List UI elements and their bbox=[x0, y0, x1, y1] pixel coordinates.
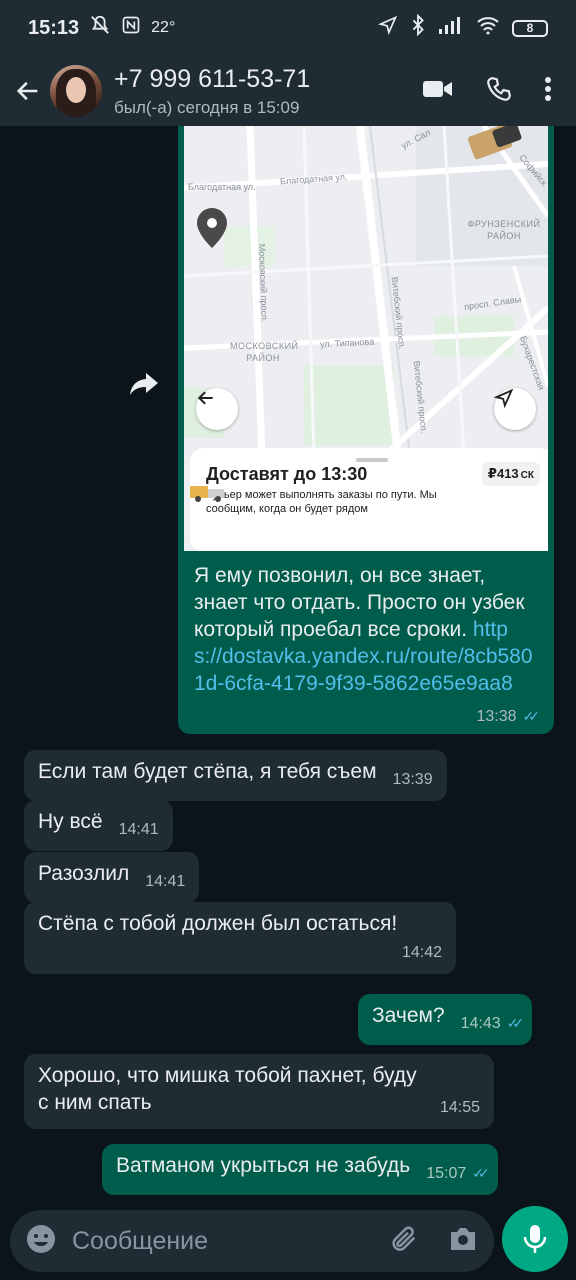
muted-bell-icon bbox=[89, 14, 111, 42]
message-time: 14:55 bbox=[439, 1099, 480, 1116]
arrow-left-icon bbox=[197, 391, 213, 405]
message-text: Ну всё bbox=[38, 810, 103, 833]
sheet-handle[interactable] bbox=[356, 458, 388, 462]
delivery-description: Курьер может выполнять заказы по пути. М… bbox=[206, 489, 437, 515]
phone-icon bbox=[487, 76, 511, 101]
incoming-message[interactable]: Хорошо, что мишка тобой пахнет, буду с н… bbox=[24, 1054, 494, 1129]
nfc-icon bbox=[121, 15, 141, 41]
delivery-price: ₽413 СК bbox=[481, 462, 540, 486]
navigation-arrow-icon bbox=[494, 388, 514, 408]
message-text: Ватманом укрыться не забудь bbox=[116, 1154, 411, 1177]
delivery-title: Доставят до 13:30 bbox=[206, 464, 368, 484]
message-time: 15:07 bbox=[426, 1165, 467, 1182]
camera-icon bbox=[451, 1227, 475, 1250]
arrow-left-icon bbox=[16, 81, 38, 101]
status-bar: 15:13 22° 8 bbox=[0, 0, 576, 56]
status-temperature: 22° bbox=[151, 19, 176, 36]
outgoing-message[interactable]: Ватманом укрыться не забудь 15:07 ✓✓ bbox=[102, 1144, 498, 1195]
paperclip-icon bbox=[392, 1226, 416, 1251]
message-text: Я ему позвонил, он все знает, знает что … bbox=[194, 564, 541, 725]
location-icon bbox=[377, 15, 398, 41]
composer: Сообщение bbox=[0, 1206, 576, 1280]
message-time: 14:41 bbox=[118, 821, 159, 838]
message-time: 14:41 bbox=[145, 873, 186, 890]
incoming-message[interactable]: Ну всё 14:41 bbox=[24, 800, 173, 851]
battery-icon: 8 bbox=[512, 19, 548, 37]
read-receipt-icon: ✓✓ bbox=[506, 1015, 525, 1031]
video-camera-icon bbox=[423, 80, 452, 97]
message-text: Стёпа с тобой должен был остаться! bbox=[38, 912, 398, 935]
video-call-button[interactable] bbox=[422, 77, 454, 106]
map-locate-button[interactable] bbox=[494, 388, 536, 430]
bluetooth-icon bbox=[410, 13, 426, 42]
wifi-icon bbox=[476, 15, 500, 41]
outgoing-message-map[interactable]: Благодатная ул. Благодатная ул. ул. Сал … bbox=[178, 126, 554, 734]
delivery-truck-icon bbox=[190, 486, 224, 502]
signal-icon bbox=[438, 15, 464, 41]
camera-button[interactable] bbox=[448, 1226, 478, 1257]
contact-name: +7 999 611-53-71 bbox=[114, 64, 311, 93]
map-back-button[interactable] bbox=[196, 388, 238, 430]
message-input-container[interactable]: Сообщение bbox=[10, 1210, 494, 1272]
map-preview[interactable]: Благодатная ул. Благодатная ул. ул. Сал … bbox=[184, 126, 548, 551]
message-time: 13:38 bbox=[476, 708, 517, 725]
more-vertical-icon bbox=[545, 76, 551, 101]
outgoing-message[interactable]: Зачем? 14:43 ✓✓ bbox=[358, 994, 533, 1045]
message-input[interactable]: Сообщение bbox=[72, 1227, 388, 1256]
map-street-label: Благодатная ул. bbox=[188, 182, 256, 192]
read-receipt-icon: ✓✓ bbox=[472, 1165, 490, 1181]
chat-header: +7 999 611-53-71 был(-а) сегодня в 15:09 bbox=[0, 56, 576, 126]
chat-area[interactable]: Благодатная ул. Благодатная ул. ул. Сал … bbox=[0, 126, 576, 1210]
emoji-icon bbox=[27, 1224, 55, 1253]
forward-button[interactable] bbox=[124, 364, 164, 404]
status-time: 15:13 bbox=[28, 16, 80, 39]
message-time: 13:39 bbox=[392, 771, 433, 788]
contact-status: был(-а) сегодня в 15:09 bbox=[114, 97, 300, 117]
incoming-message[interactable]: Стёпа с тобой должен был остаться! 14:42 bbox=[24, 902, 456, 974]
message-time: 14:43 bbox=[460, 1015, 501, 1032]
message-time: 14:42 bbox=[401, 944, 442, 961]
microphone-icon bbox=[523, 1225, 547, 1253]
map-district-label: ФРУНЗЕНСКИЙ РАЙОН bbox=[467, 219, 541, 241]
message-text: Зачем? bbox=[372, 1004, 445, 1027]
incoming-message[interactable]: Разозлил 14:41 bbox=[24, 852, 200, 903]
avatar[interactable] bbox=[50, 65, 102, 117]
voice-call-button[interactable] bbox=[486, 76, 512, 107]
forward-arrow-icon bbox=[130, 373, 158, 395]
read-receipt-icon: ✓✓ bbox=[522, 708, 541, 724]
message-text: Разозлил bbox=[38, 862, 130, 885]
map-district-label: МОСКОВСКИЙ РАЙОН bbox=[230, 341, 299, 363]
message-text: Если там будет стёпа, я тебя съем bbox=[38, 760, 377, 783]
incoming-message[interactable]: Если там будет стёпа, я тебя съем 13:39 bbox=[24, 750, 447, 801]
voice-message-button[interactable] bbox=[502, 1206, 568, 1272]
contact-info[interactable]: +7 999 611-53-71 был(-а) сегодня в 15:09 bbox=[114, 65, 422, 118]
delivery-card[interactable]: Доставят до 13:30 Курьер может выполнять… bbox=[190, 448, 548, 551]
attach-button[interactable] bbox=[388, 1224, 418, 1259]
more-options-button[interactable] bbox=[544, 76, 552, 107]
emoji-button[interactable] bbox=[26, 1224, 56, 1259]
back-button[interactable] bbox=[6, 77, 50, 105]
